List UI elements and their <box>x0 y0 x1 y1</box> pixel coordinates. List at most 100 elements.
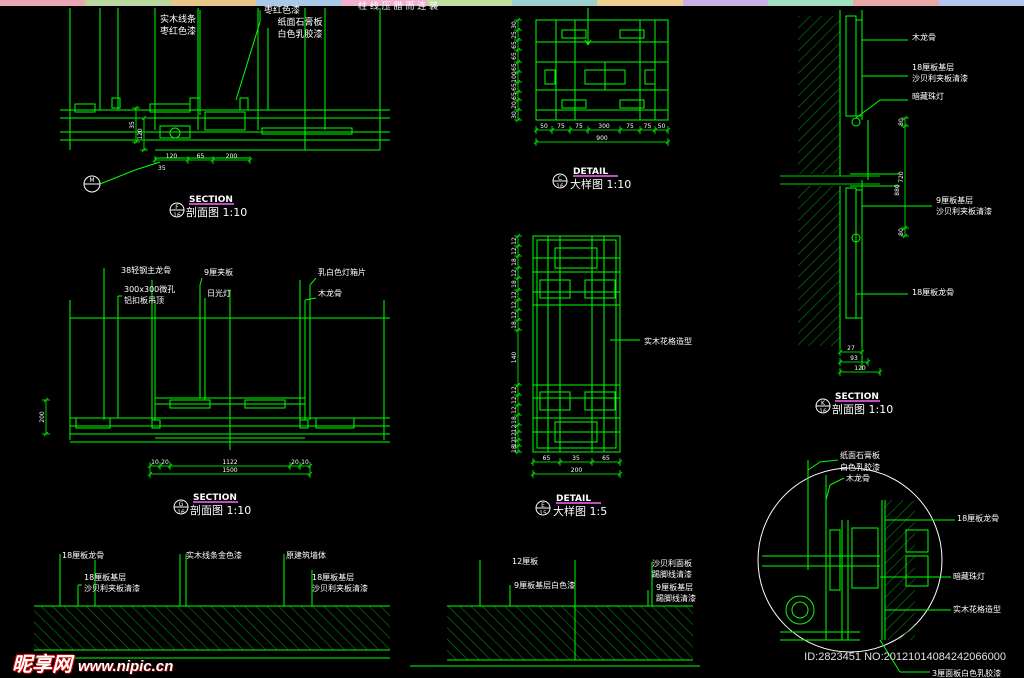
cad-rect <box>151 419 161 429</box>
cad-rect <box>261 127 353 135</box>
cad-rect <box>584 391 616 411</box>
cad-rect <box>829 529 841 591</box>
cad-line <box>235 21 261 101</box>
cad-label: 木龙骨 <box>912 32 936 42</box>
text-layer: 120 65 2003512035实木线条枣红色漆枣红色漆纸面石膏板白色乳胶漆柱 线… <box>39 0 1001 678</box>
dimension-label: 1500 <box>222 467 237 474</box>
dimension-label: 80 <box>898 118 905 126</box>
cad-rect <box>239 97 249 111</box>
dimension-label: 1122 <box>222 459 237 466</box>
cad-rect <box>845 15 857 117</box>
dimension-label: 200 <box>226 153 238 160</box>
cad-label: 沙贝利面板 <box>652 558 692 568</box>
cad-line <box>855 99 881 119</box>
dimension-label: 200 <box>39 411 46 423</box>
dimension-label: 880 <box>894 184 901 196</box>
lamp-symbol <box>785 595 815 625</box>
cad-line <box>134 161 161 171</box>
dimension-label: 65 <box>511 63 518 71</box>
cad-rect <box>204 111 246 131</box>
cad-label: 踢脚线清漆 <box>656 593 696 603</box>
section-tag-top: F <box>175 204 179 211</box>
wall-hatch <box>798 186 840 346</box>
dimension-label: 75 <box>626 123 634 130</box>
cad-rect <box>559 304 593 386</box>
cad-label: 9厘板基层 <box>656 582 693 592</box>
dimension-label: 65 <box>511 92 518 100</box>
cad-label: 白色乳胶漆 <box>277 28 322 40</box>
lamp-symbol <box>791 601 809 619</box>
caption-en: DETAIL <box>556 494 591 504</box>
cad-line <box>99 169 136 185</box>
cad-drawing-canvas: 120 65 2003512035实木线条枣红色漆枣红色漆纸面石膏板白色乳胶漆柱 线… <box>34 0 1001 678</box>
cad-rect <box>299 419 309 429</box>
cad-rect <box>111 97 121 109</box>
dimension-label: 12 <box>511 237 518 245</box>
cad-label: 12厘板 <box>512 556 538 566</box>
cad-rect <box>845 187 857 319</box>
cad-rect <box>644 69 656 85</box>
cad-line <box>309 277 317 286</box>
cad-rect <box>544 69 556 85</box>
cad-rect <box>855 19 863 117</box>
dimension-label: 18 <box>511 445 518 453</box>
cad-label: 300x300微孔 <box>124 284 175 294</box>
dimension-label: 20 <box>291 459 299 466</box>
cad-label: 沙贝利夹板清漆 <box>936 206 992 216</box>
section-tag-bottom: 16 <box>819 408 827 415</box>
wall-hatch <box>447 606 693 660</box>
dimension-label: 900 <box>596 135 608 142</box>
cad-label: 18厘板龙骨 <box>62 550 104 560</box>
dimension-label: 65 <box>602 455 610 462</box>
dimension-label: 120 <box>166 153 178 160</box>
cad-label: 18厘板基层 <box>912 62 954 72</box>
dimension-label: 12 <box>511 291 518 299</box>
dimension-label: 18 <box>511 321 518 329</box>
caption-cn: 大样图 1:5 <box>553 504 607 518</box>
dimension-label: 12 <box>511 406 518 414</box>
dimension-label: 65 <box>511 52 518 60</box>
cad-rect <box>149 103 191 113</box>
dimension-label: 65 <box>543 455 551 462</box>
dimension-label: 35 <box>129 121 136 129</box>
wall-hatch <box>34 606 390 650</box>
cad-label: 枣红色漆 <box>264 4 300 16</box>
cad-label: 纸面石膏板 <box>277 16 322 28</box>
dimension-label: 120 <box>854 365 866 372</box>
cad-label: 9厘板基层白色漆 <box>514 580 575 590</box>
cad-line <box>819 459 839 463</box>
cad-label: 实木线条 <box>160 13 196 25</box>
dimension-label: 12 <box>511 425 518 433</box>
dimension-label: 18 <box>511 258 518 266</box>
section-tag-bottom: 16 <box>177 509 185 516</box>
cad-rect <box>851 527 879 589</box>
cad-label: 18厘板基层 <box>84 572 126 582</box>
dimension-label: 20 <box>511 101 518 109</box>
cad-label: 踢脚线清漆 <box>652 569 692 579</box>
cad-label: 18厘板龙骨 <box>957 513 999 523</box>
cad-label: 沙贝利夹板清漆 <box>912 73 968 83</box>
dimension-label: 50 <box>540 123 548 130</box>
watermark-id: ID:2823451 NO:20121014084242066000 <box>804 651 1006 663</box>
cad-label: 暗藏珠灯 <box>912 91 944 101</box>
section-tag-top: C <box>558 175 562 182</box>
dimension-label: 120 <box>137 128 144 140</box>
dimension-label: 25 <box>511 31 518 39</box>
dimension-label: 27 <box>847 345 855 352</box>
section-tag-bottom: 16 <box>173 212 181 219</box>
cad-rect <box>584 279 616 299</box>
watermark: 昵享网 www.nipic.cn <box>12 648 173 677</box>
wall-hatch <box>885 500 915 640</box>
cad-label: 沙贝利夹板清漆 <box>312 583 368 593</box>
cad-label: 木龙骨 <box>318 288 342 298</box>
caption-cn: 剖面图 1:10 <box>186 205 247 219</box>
dimension-label: 12 <box>511 386 518 394</box>
dimension-label: 18 <box>511 416 518 424</box>
cad-label: 实木花格造型 <box>644 336 692 346</box>
dimension-label: 200 <box>571 467 583 474</box>
dimension-label: 12 <box>511 269 518 277</box>
cad-label: 铝扣板吊顶 <box>124 295 164 305</box>
cad-label: 3厘面板白色乳胶漆 <box>932 668 1001 678</box>
caption-en: SECTION <box>835 392 879 402</box>
wall-hatch <box>798 16 840 174</box>
